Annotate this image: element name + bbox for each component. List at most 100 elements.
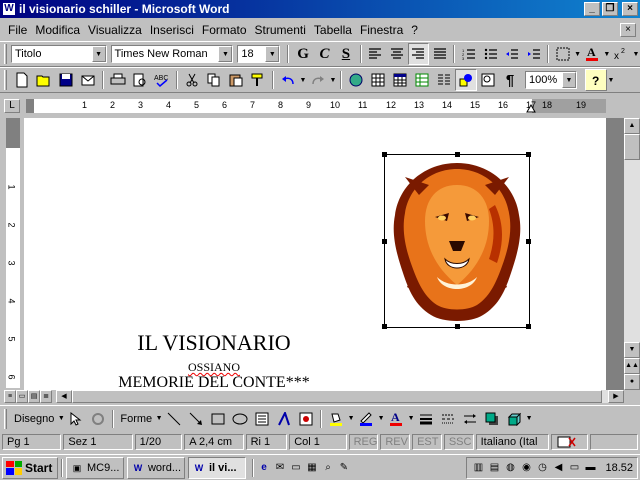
normal-view-button[interactable]: ≡ (4, 390, 16, 403)
scheduler-icon[interactable]: ◷ (535, 461, 549, 475)
browse-object-button[interactable]: ● (624, 374, 640, 390)
insert-table-button[interactable] (389, 69, 411, 91)
clock[interactable]: 18.52 (605, 462, 633, 474)
status-ovr[interactable]: SSC (443, 434, 474, 450)
align-right-button[interactable] (407, 43, 430, 65)
tab-stop-selector[interactable]: L (4, 99, 20, 113)
resize-handle[interactable] (526, 324, 531, 329)
chevron-down-icon[interactable]: ▼ (265, 46, 280, 62)
document-subtitle[interactable]: OSSIANO (114, 360, 314, 375)
outline-view-button[interactable]: ≣ (40, 390, 52, 403)
menu-help[interactable]: ? (407, 23, 422, 37)
speaker-icon[interactable]: ◀ (551, 461, 565, 475)
vertical-ruler[interactable]: 1 2 3 4 5 6 (6, 118, 20, 388)
underline-button[interactable]: S (335, 43, 356, 65)
new-document-button[interactable] (11, 69, 33, 91)
menu-finestra[interactable]: Finestra (356, 23, 407, 37)
document-map-button[interactable] (477, 69, 499, 91)
chevron-down-icon[interactable]: ▼ (347, 415, 355, 422)
horizontal-scrollbar[interactable]: ◀ ▶ (56, 390, 624, 403)
line-color-button[interactable] (355, 408, 377, 430)
document-page[interactable]: IL VISIONARIO OSSIANO MEMORIE DEL CONTE*… (24, 118, 606, 390)
chevron-down-icon[interactable]: ▼ (57, 415, 65, 422)
resize-handle[interactable] (382, 324, 387, 329)
chevron-down-icon[interactable]: ▼ (562, 72, 576, 88)
save-button[interactable] (55, 69, 77, 91)
chevron-down-icon[interactable]: ▼ (91, 46, 106, 62)
format-painter-button[interactable] (247, 69, 269, 91)
status-rec[interactable]: REG (348, 434, 379, 450)
spelling-status[interactable] (550, 434, 589, 450)
print-button[interactable] (107, 69, 129, 91)
line-button[interactable] (163, 408, 185, 430)
menu-modifica[interactable]: Modifica (31, 23, 84, 37)
taskbar-button[interactable]: W word... (127, 456, 185, 479)
minimize-button[interactable]: _ (584, 2, 600, 16)
toolbar-grip[interactable] (4, 70, 7, 90)
print-preview-button[interactable] (129, 69, 151, 91)
font-size-select[interactable]: 18 ▼ (237, 45, 281, 63)
status-language[interactable]: Italiano (Ital (475, 434, 549, 450)
scroll-up-button[interactable]: ▲ (624, 118, 640, 134)
tools-icon[interactable]: ✎ (337, 461, 351, 475)
drawing-button[interactable] (455, 69, 477, 91)
close-button[interactable]: × (622, 2, 638, 16)
tables-borders-button[interactable] (367, 69, 389, 91)
menu-visualizza[interactable]: Visualizza (84, 23, 146, 37)
scroll-down-button[interactable]: ▼ (624, 342, 640, 358)
outlook-icon[interactable]: ✉ (273, 461, 287, 475)
search-icon[interactable]: ⌕ (321, 461, 335, 475)
network-icon[interactable]: ▤ (487, 461, 501, 475)
chevron-down-icon[interactable]: ▼ (574, 51, 582, 58)
chevron-down-icon[interactable]: ▼ (155, 415, 163, 422)
3d-button[interactable] (503, 408, 525, 430)
web-layout-button[interactable]: ▭ (16, 390, 28, 403)
paste-button[interactable] (225, 69, 247, 91)
resize-handle[interactable] (455, 324, 460, 329)
right-indent-marker-icon[interactable] (526, 103, 536, 113)
undo-button[interactable] (277, 69, 299, 91)
previous-page-button[interactable]: ▲▲ (624, 358, 640, 374)
word-app-icon[interactable]: W (2, 2, 16, 16)
rectangle-button[interactable] (207, 408, 229, 430)
printer-icon[interactable]: ▥ (471, 461, 485, 475)
vertical-scrollbar[interactable]: ▲ ▼ ▲▲ ● (624, 118, 640, 390)
oval-button[interactable] (229, 408, 251, 430)
bold-button[interactable]: G (292, 43, 313, 65)
copy-button[interactable] (203, 69, 225, 91)
web-toolbar-button[interactable] (345, 69, 367, 91)
show-hide-button[interactable]: ¶ (499, 69, 521, 91)
align-left-button[interactable] (365, 43, 386, 65)
chevron-down-icon[interactable]: ▼ (525, 415, 533, 422)
insert-clipart-button[interactable] (295, 408, 317, 430)
resize-handle[interactable] (455, 152, 460, 157)
fill-color-button[interactable] (325, 408, 347, 430)
borders-button[interactable] (552, 43, 573, 65)
lion-image[interactable] (382, 152, 531, 329)
shadow-button[interactable] (481, 408, 503, 430)
wordart-button[interactable] (273, 408, 295, 430)
decrease-indent-button[interactable] (501, 43, 522, 65)
resize-handle[interactable] (526, 152, 531, 157)
folder-icon[interactable]: ▬ (583, 461, 597, 475)
numbered-list-button[interactable]: 123 (458, 43, 479, 65)
chevron-down-icon[interactable]: ▼ (607, 77, 615, 84)
horizontal-scroll-thumb[interactable] (72, 390, 602, 403)
menu-inserisci[interactable]: Inserisci (146, 23, 198, 37)
document-line[interactable]: MEMORIE DEL CONTE*** (64, 374, 364, 390)
chevron-down-icon[interactable]: ▼ (407, 415, 415, 422)
spelling-button[interactable]: ABC (151, 69, 173, 91)
align-center-button[interactable] (386, 43, 407, 65)
taskbar-button-active[interactable]: W il vi... (188, 456, 246, 479)
italic-button[interactable]: C (314, 43, 335, 65)
insert-excel-button[interactable] (411, 69, 433, 91)
channels-icon[interactable]: ▦ (305, 461, 319, 475)
justify-button[interactable] (429, 43, 450, 65)
arrow-style-button[interactable] (459, 408, 481, 430)
open-button[interactable] (33, 69, 55, 91)
chevron-down-icon[interactable]: ▼ (632, 51, 640, 58)
style-select[interactable]: Titolo ▼ (10, 45, 107, 63)
chevron-down-icon[interactable]: ▼ (218, 46, 233, 62)
cut-button[interactable] (181, 69, 203, 91)
monitor-icon[interactable]: ▭ (567, 461, 581, 475)
